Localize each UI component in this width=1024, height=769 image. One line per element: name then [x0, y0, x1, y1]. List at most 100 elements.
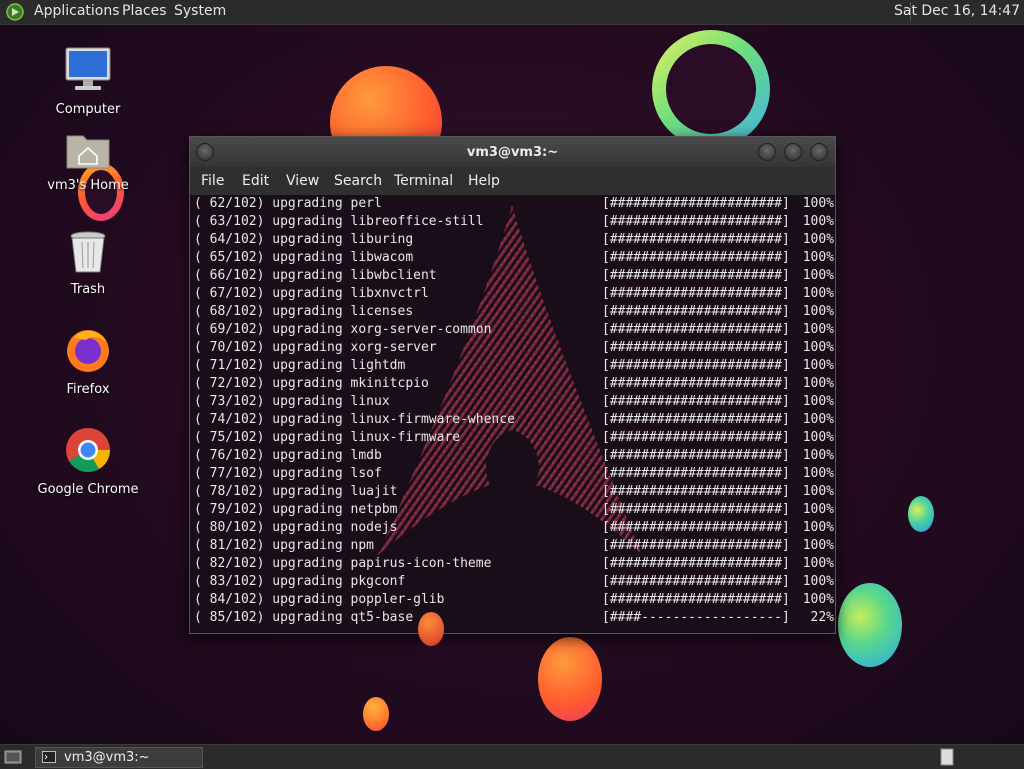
menu-places[interactable]: Places — [122, 3, 167, 19]
progress-percent: 100% — [802, 304, 834, 319]
progress-percent: 100% — [802, 502, 834, 517]
line-text: ( 71/102) upgrading lightdm — [194, 358, 406, 373]
menu-search[interactable]: Search — [334, 173, 382, 189]
desktop-icon-computer[interactable]: Computer — [33, 46, 143, 117]
desktop-icon-label: vm3's Home — [47, 178, 129, 193]
terminal-line: ( 81/102) upgrading npm [################… — [194, 537, 835, 555]
progress-percent: 100% — [802, 214, 834, 229]
decor-gradient-ring — [652, 30, 770, 148]
desktop-icon-label: Firefox — [66, 382, 110, 397]
terminal-line: ( 82/102) upgrading papirus-icon-theme [#… — [194, 555, 835, 573]
desktop-icon-chrome[interactable]: Google Chrome — [33, 426, 143, 497]
terminal-menubar: File Edit View Search Terminal Help — [190, 167, 835, 195]
firefox-icon — [67, 330, 109, 372]
progress-bar-text: [######################] — [602, 196, 790, 211]
progress-bar-text: [######################] — [602, 340, 790, 355]
progress-percent: 100% — [802, 232, 834, 247]
progress-percent: 100% — [802, 484, 834, 499]
terminal-line: ( 77/102) upgrading lsof [###############… — [194, 465, 835, 483]
terminal-line: ( 76/102) upgrading lmdb [###############… — [194, 447, 835, 465]
progress-percent: 100% — [802, 448, 834, 463]
desktop-icon-label: Google Chrome — [37, 482, 139, 497]
desktop-icon-firefox[interactable]: Firefox — [33, 326, 143, 397]
line-text: ( 65/102) upgrading libwacom — [194, 250, 414, 265]
terminal-line: ( 67/102) upgrading libxnvctrl [#########… — [194, 285, 835, 303]
terminal-line: ( 62/102) upgrading perl [###############… — [194, 195, 835, 213]
terminal-line: ( 73/102) upgrading linux [##############… — [194, 393, 835, 411]
progress-bar-text: [####------------------] — [602, 610, 790, 625]
desktop-icon-home[interactable]: vm3's Home — [33, 130, 143, 193]
workspace-switcher-icon[interactable] — [940, 748, 954, 766]
desktop-icon-trash[interactable]: Trash — [33, 230, 143, 297]
progress-bar-text: [######################] — [602, 376, 790, 391]
terminal-window[interactable]: vm3@vm3:~ File Edit View Search Terminal… — [189, 136, 836, 634]
terminal-line: ( 71/102) upgrading lightdm [############… — [194, 357, 835, 375]
close-button[interactable] — [810, 143, 828, 161]
progress-percent: 100% — [802, 286, 834, 301]
progress-percent: 100% — [802, 394, 834, 409]
maximize-button[interactable] — [784, 143, 802, 161]
menu-file[interactable]: File — [201, 173, 224, 189]
minimize-button[interactable] — [758, 143, 776, 161]
terminal-line: ( 72/102) upgrading mkinitcpio [#########… — [194, 375, 835, 393]
progress-percent: 100% — [802, 322, 834, 337]
show-desktop-icon[interactable] — [4, 748, 22, 766]
progress-bar-text: [######################] — [602, 286, 790, 301]
terminal-line: ( 74/102) upgrading linux-firmware-whenc… — [194, 411, 835, 429]
terminal-line: ( 63/102) upgrading libreoffice-still [##… — [194, 213, 835, 231]
terminal-titlebar[interactable]: vm3@vm3:~ — [190, 137, 835, 167]
decor-small-orange-oval — [363, 697, 389, 731]
terminal-line: ( 66/102) upgrading libwbclient [########… — [194, 267, 835, 285]
line-text: ( 82/102) upgrading papirus-icon-theme — [194, 556, 492, 571]
decor-orange-oval — [538, 637, 602, 721]
taskbar-terminal-button[interactable]: vm3@vm3:~ — [35, 747, 203, 768]
terminal-line: ( 79/102) upgrading netpbm [#############… — [194, 501, 835, 519]
terminal-line: ( 85/102) upgrading qt5-base [####-------… — [194, 609, 835, 627]
terminal-line: ( 80/102) upgrading nodejs [#############… — [194, 519, 835, 537]
progress-percent: 100% — [802, 556, 834, 571]
top-panel: Applications Places System Sat Dec 16, 1… — [0, 0, 1024, 25]
progress-bar-text: [######################] — [602, 304, 790, 319]
progress-bar-text: [######################] — [602, 502, 790, 517]
line-text: ( 70/102) upgrading xorg-server — [194, 340, 437, 355]
progress-bar-text: [######################] — [602, 448, 790, 463]
progress-percent: 100% — [802, 538, 834, 553]
terminal-output[interactable]: ( 62/102) upgrading perl [###############… — [190, 195, 835, 631]
progress-percent: 100% — [802, 268, 834, 283]
decor-red-oval — [418, 612, 444, 646]
menu-edit[interactable]: Edit — [242, 173, 269, 189]
terminal-title: vm3@vm3:~ — [466, 145, 559, 160]
menu-applications[interactable]: Applications — [34, 3, 120, 19]
progress-bar-text: [######################] — [602, 574, 790, 589]
progress-bar-text: [######################] — [602, 268, 790, 283]
progress-bar-text: [######################] — [602, 466, 790, 481]
mate-logo-icon[interactable] — [6, 3, 24, 21]
terminal-line: ( 70/102) upgrading xorg-server [########… — [194, 339, 835, 357]
clock[interactable]: Sat Dec 16, 14:47 — [894, 3, 1020, 19]
menu-view[interactable]: View — [286, 173, 319, 189]
progress-bar-text: [######################] — [602, 322, 790, 337]
progress-bar-text: [######################] — [602, 556, 790, 571]
line-text: ( 74/102) upgrading linux-firmware-whenc… — [194, 412, 515, 427]
terminal-line: ( 78/102) upgrading luajit [#############… — [194, 483, 835, 501]
terminal-line: ( 83/102) upgrading pkgconf [############… — [194, 573, 835, 591]
terminal-line: ( 69/102) upgrading xorg-server-common [#… — [194, 321, 835, 339]
menu-terminal[interactable]: Terminal — [394, 173, 453, 189]
menu-system[interactable]: System — [174, 3, 226, 19]
progress-percent: 100% — [802, 196, 834, 211]
line-text: ( 78/102) upgrading luajit — [194, 484, 398, 499]
terminal-lines: ( 62/102) upgrading perl [###############… — [194, 195, 835, 627]
progress-percent: 100% — [802, 430, 834, 445]
progress-bar-text: [######################] — [602, 484, 790, 499]
trash-icon — [70, 231, 106, 273]
progress-bar-text: [######################] — [602, 538, 790, 553]
taskbar-task-label: vm3@vm3:~ — [64, 750, 150, 765]
progress-bar-text: [######################] — [602, 520, 790, 535]
menu-help[interactable]: Help — [468, 173, 500, 189]
line-text: ( 84/102) upgrading poppler-glib — [194, 592, 445, 607]
progress-bar-text: [######################] — [602, 412, 790, 427]
terminal-line: ( 68/102) upgrading licenses [###########… — [194, 303, 835, 321]
progress-percent: 100% — [802, 376, 834, 391]
progress-bar-text: [######################] — [602, 214, 790, 229]
line-text: ( 62/102) upgrading perl — [194, 196, 382, 211]
